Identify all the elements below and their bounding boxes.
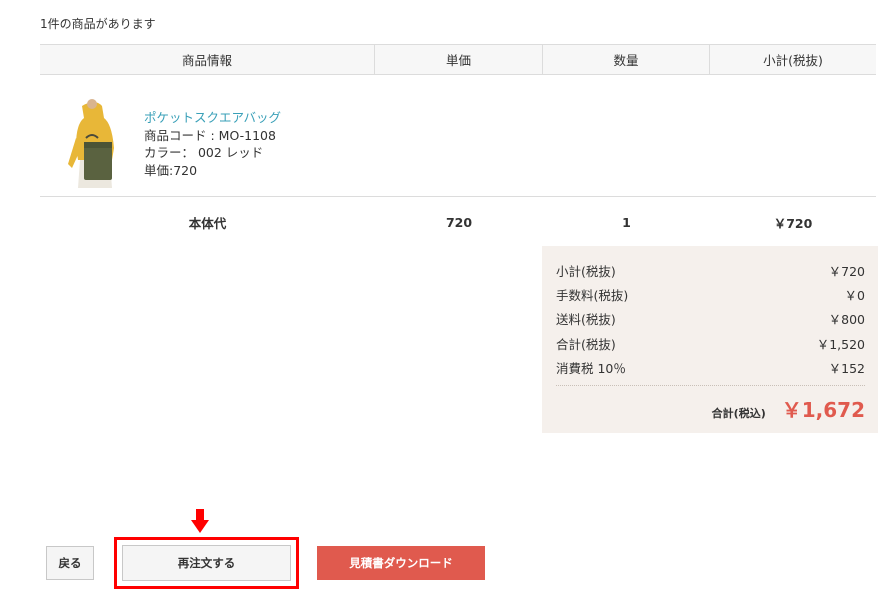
product-color: カラー： 002 レッド <box>144 145 264 160</box>
summary-value: ￥152 <box>828 361 865 377</box>
summary-label: 消費税 10％ <box>556 361 626 377</box>
reorder-button[interactable]: 再注文する <box>122 545 291 581</box>
body-price-subtotal: ￥720 <box>773 215 813 231</box>
cart-table-header: 商品情報 単価 数量 小計(税抜) <box>40 44 876 75</box>
summary-line: 合計(税抜) ￥1,520 <box>556 331 865 355</box>
total-label: 合計(税込) <box>711 406 766 420</box>
summary-line: 手数料(税抜) ￥0 <box>556 282 865 306</box>
summary-divider <box>556 384 865 386</box>
arrow-down-icon <box>191 509 209 533</box>
body-price-qty: 1 <box>622 214 631 230</box>
download-estimate-button[interactable]: 見積書ダウンロード <box>317 546 485 580</box>
body-price-label: 本体代 <box>188 215 227 231</box>
product-code: 商品コード : MO-1108 <box>144 127 276 143</box>
body-price-unit: 720 <box>445 214 473 230</box>
item-count-text: 1件の商品があります <box>40 17 156 31</box>
order-summary: 小計(税抜) ￥720 手数料(税抜) ￥0 送料(税抜) ￥800 合計(税抜… <box>542 246 878 433</box>
summary-label: 小計(税抜) <box>556 263 616 279</box>
summary-label: 送料(税抜) <box>556 312 616 328</box>
summary-value: ￥0 <box>844 288 865 304</box>
summary-value: ￥1,520 <box>816 336 865 352</box>
summary-total: 合計(税込) ￥1,672 <box>556 394 865 423</box>
product-row: ポケットスクエアバッグ 商品コード : MO-1108 カラー： 002 レッド… <box>40 76 876 197</box>
summary-line: 消費税 10％ ￥152 <box>556 356 865 380</box>
summary-line: 小計(税抜) ￥720 <box>556 258 865 282</box>
summary-label: 手数料(税抜) <box>556 288 629 304</box>
header-unit-price: 単価 <box>375 45 543 74</box>
product-name-link[interactable]: ポケットスクエアバッグ <box>144 109 281 127</box>
summary-line: 送料(税抜) ￥800 <box>556 307 865 331</box>
body-price-row: 本体代 720 1 ￥720 <box>40 208 876 236</box>
product-details: ポケットスクエアバッグ 商品コード : MO-1108 カラー： 002 レッド… <box>144 109 281 179</box>
header-subtotal: 小計(税抜) <box>763 53 823 68</box>
summary-label: 合計(税抜) <box>556 336 616 352</box>
back-button[interactable]: 戻る <box>46 546 94 580</box>
total-value: ￥1,672 <box>781 397 865 422</box>
summary-value: ￥800 <box>828 312 865 328</box>
product-unit-price: 単価:720 <box>144 162 198 178</box>
header-quantity: 数量 <box>543 45 710 74</box>
header-product-info: 商品情報 <box>40 45 375 74</box>
summary-value: ￥720 <box>828 263 865 279</box>
product-image[interactable] <box>62 98 128 188</box>
